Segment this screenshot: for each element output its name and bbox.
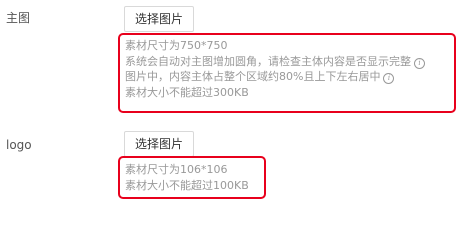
hint-subject-centered: 图片中，内容主体占整个区域约80%且上下左右居中 i bbox=[125, 69, 425, 85]
info-icon[interactable]: i bbox=[414, 57, 425, 69]
info-icon[interactable]: i bbox=[383, 73, 395, 84]
main-image-hints: 素材尺寸为750*750 系统会自动对主图增加圆角，请检查主体内容是否显示完整 i… bbox=[125, 38, 425, 100]
logo-label: logo bbox=[6, 138, 32, 152]
logo-select-button[interactable]: 选择图片 bbox=[124, 131, 194, 157]
main-image-label: 主图 bbox=[6, 11, 31, 25]
hint-file-size: 素材大小不能超过100KB bbox=[125, 178, 249, 192]
hint-rounded-corners: 系统会自动对主图增加圆角，请检查主体内容是否显示完整 i bbox=[125, 54, 425, 70]
hint-file-size: 素材大小不能超过300KB bbox=[125, 85, 249, 99]
hint-size: 素材尺寸为750*750 bbox=[125, 39, 228, 52]
main-image-select-button[interactable]: 选择图片 bbox=[124, 6, 194, 32]
logo-hints: 素材尺寸为106*106 素材大小不能超过100KB bbox=[125, 162, 249, 193]
hint-size: 素材尺寸为106*106 bbox=[125, 163, 228, 176]
